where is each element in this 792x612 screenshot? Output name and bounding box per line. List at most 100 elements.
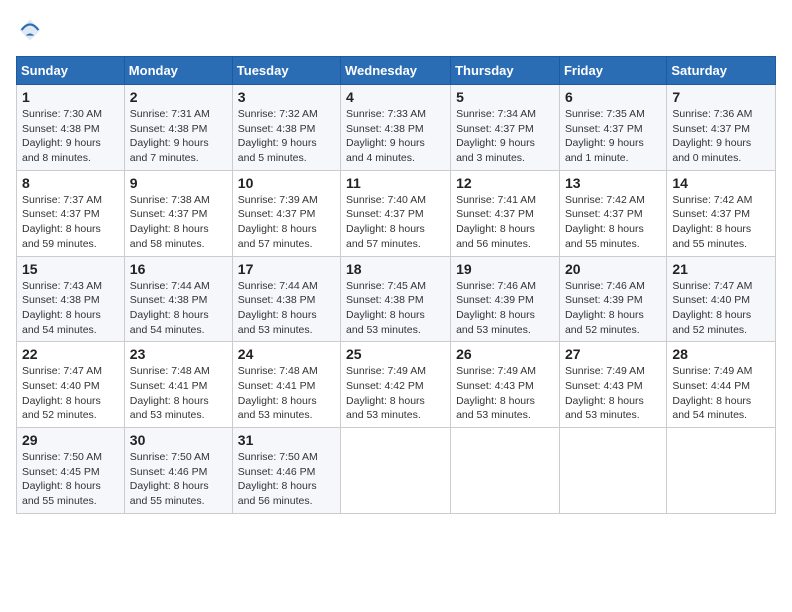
calendar-cell: 2 Sunrise: 7:31 AM Sunset: 4:38 PM Dayli…: [124, 85, 232, 171]
day-detail: Sunrise: 7:50 AM Sunset: 4:46 PM Dayligh…: [238, 450, 335, 509]
day-detail: Sunrise: 7:42 AM Sunset: 4:37 PM Dayligh…: [565, 193, 661, 252]
day-number: 26: [456, 346, 554, 362]
calendar-cell: 12 Sunrise: 7:41 AM Sunset: 4:37 PM Dayl…: [451, 170, 560, 256]
day-detail: Sunrise: 7:49 AM Sunset: 4:44 PM Dayligh…: [672, 364, 770, 423]
day-number: 28: [672, 346, 770, 362]
calendar-cell: 5 Sunrise: 7:34 AM Sunset: 4:37 PM Dayli…: [451, 85, 560, 171]
day-number: 19: [456, 261, 554, 277]
calendar-cell: [451, 428, 560, 514]
day-number: 29: [22, 432, 119, 448]
calendar-cell: 4 Sunrise: 7:33 AM Sunset: 4:38 PM Dayli…: [341, 85, 451, 171]
calendar-cell: 28 Sunrise: 7:49 AM Sunset: 4:44 PM Dayl…: [667, 342, 776, 428]
weekday-header-row: Sunday Monday Tuesday Wednesday Thursday…: [17, 57, 776, 85]
calendar-week-row: 8 Sunrise: 7:37 AM Sunset: 4:37 PM Dayli…: [17, 170, 776, 256]
day-number: 18: [346, 261, 445, 277]
calendar-week-row: 22 Sunrise: 7:47 AM Sunset: 4:40 PM Dayl…: [17, 342, 776, 428]
day-number: 23: [130, 346, 227, 362]
day-detail: Sunrise: 7:34 AM Sunset: 4:37 PM Dayligh…: [456, 107, 554, 166]
day-number: 11: [346, 175, 445, 191]
calendar-cell: 22 Sunrise: 7:47 AM Sunset: 4:40 PM Dayl…: [17, 342, 125, 428]
day-number: 2: [130, 89, 227, 105]
calendar-cell: 11 Sunrise: 7:40 AM Sunset: 4:37 PM Dayl…: [341, 170, 451, 256]
calendar-week-row: 1 Sunrise: 7:30 AM Sunset: 4:38 PM Dayli…: [17, 85, 776, 171]
day-detail: Sunrise: 7:44 AM Sunset: 4:38 PM Dayligh…: [238, 279, 335, 338]
header: [16, 16, 776, 44]
day-detail: Sunrise: 7:48 AM Sunset: 4:41 PM Dayligh…: [130, 364, 227, 423]
day-detail: Sunrise: 7:44 AM Sunset: 4:38 PM Dayligh…: [130, 279, 227, 338]
header-friday: Friday: [559, 57, 666, 85]
calendar-week-row: 29 Sunrise: 7:50 AM Sunset: 4:45 PM Dayl…: [17, 428, 776, 514]
calendar-cell: 31 Sunrise: 7:50 AM Sunset: 4:46 PM Dayl…: [232, 428, 340, 514]
header-monday: Monday: [124, 57, 232, 85]
calendar-cell: 15 Sunrise: 7:43 AM Sunset: 4:38 PM Dayl…: [17, 256, 125, 342]
day-number: 15: [22, 261, 119, 277]
calendar-cell: 14 Sunrise: 7:42 AM Sunset: 4:37 PM Dayl…: [667, 170, 776, 256]
calendar-cell: 18 Sunrise: 7:45 AM Sunset: 4:38 PM Dayl…: [341, 256, 451, 342]
calendar-cell: 27 Sunrise: 7:49 AM Sunset: 4:43 PM Dayl…: [559, 342, 666, 428]
day-number: 12: [456, 175, 554, 191]
day-detail: Sunrise: 7:49 AM Sunset: 4:43 PM Dayligh…: [456, 364, 554, 423]
day-number: 3: [238, 89, 335, 105]
calendar-cell: 3 Sunrise: 7:32 AM Sunset: 4:38 PM Dayli…: [232, 85, 340, 171]
day-detail: Sunrise: 7:40 AM Sunset: 4:37 PM Dayligh…: [346, 193, 445, 252]
calendar-cell: 30 Sunrise: 7:50 AM Sunset: 4:46 PM Dayl…: [124, 428, 232, 514]
header-sunday: Sunday: [17, 57, 125, 85]
day-detail: Sunrise: 7:35 AM Sunset: 4:37 PM Dayligh…: [565, 107, 661, 166]
day-number: 24: [238, 346, 335, 362]
calendar-cell: 29 Sunrise: 7:50 AM Sunset: 4:45 PM Dayl…: [17, 428, 125, 514]
day-detail: Sunrise: 7:42 AM Sunset: 4:37 PM Dayligh…: [672, 193, 770, 252]
day-number: 7: [672, 89, 770, 105]
day-detail: Sunrise: 7:30 AM Sunset: 4:38 PM Dayligh…: [22, 107, 119, 166]
day-detail: Sunrise: 7:43 AM Sunset: 4:38 PM Dayligh…: [22, 279, 119, 338]
header-saturday: Saturday: [667, 57, 776, 85]
day-number: 22: [22, 346, 119, 362]
calendar-cell: 10 Sunrise: 7:39 AM Sunset: 4:37 PM Dayl…: [232, 170, 340, 256]
day-number: 17: [238, 261, 335, 277]
calendar-cell: [559, 428, 666, 514]
day-number: 1: [22, 89, 119, 105]
calendar-cell: 24 Sunrise: 7:48 AM Sunset: 4:41 PM Dayl…: [232, 342, 340, 428]
day-number: 16: [130, 261, 227, 277]
day-detail: Sunrise: 7:50 AM Sunset: 4:46 PM Dayligh…: [130, 450, 227, 509]
day-number: 25: [346, 346, 445, 362]
header-wednesday: Wednesday: [341, 57, 451, 85]
day-detail: Sunrise: 7:39 AM Sunset: 4:37 PM Dayligh…: [238, 193, 335, 252]
day-number: 31: [238, 432, 335, 448]
calendar-cell: 21 Sunrise: 7:47 AM Sunset: 4:40 PM Dayl…: [667, 256, 776, 342]
day-detail: Sunrise: 7:46 AM Sunset: 4:39 PM Dayligh…: [565, 279, 661, 338]
day-detail: Sunrise: 7:47 AM Sunset: 4:40 PM Dayligh…: [672, 279, 770, 338]
day-detail: Sunrise: 7:46 AM Sunset: 4:39 PM Dayligh…: [456, 279, 554, 338]
day-detail: Sunrise: 7:49 AM Sunset: 4:43 PM Dayligh…: [565, 364, 661, 423]
day-detail: Sunrise: 7:50 AM Sunset: 4:45 PM Dayligh…: [22, 450, 119, 509]
calendar-cell: 6 Sunrise: 7:35 AM Sunset: 4:37 PM Dayli…: [559, 85, 666, 171]
calendar-cell: [341, 428, 451, 514]
logo: [16, 16, 48, 44]
day-number: 13: [565, 175, 661, 191]
logo-icon: [16, 16, 44, 44]
calendar-cell: 9 Sunrise: 7:38 AM Sunset: 4:37 PM Dayli…: [124, 170, 232, 256]
calendar-cell: [667, 428, 776, 514]
calendar-cell: 1 Sunrise: 7:30 AM Sunset: 4:38 PM Dayli…: [17, 85, 125, 171]
day-detail: Sunrise: 7:37 AM Sunset: 4:37 PM Dayligh…: [22, 193, 119, 252]
calendar-cell: 16 Sunrise: 7:44 AM Sunset: 4:38 PM Dayl…: [124, 256, 232, 342]
day-detail: Sunrise: 7:32 AM Sunset: 4:38 PM Dayligh…: [238, 107, 335, 166]
day-detail: Sunrise: 7:38 AM Sunset: 4:37 PM Dayligh…: [130, 193, 227, 252]
day-number: 9: [130, 175, 227, 191]
day-number: 30: [130, 432, 227, 448]
day-detail: Sunrise: 7:31 AM Sunset: 4:38 PM Dayligh…: [130, 107, 227, 166]
calendar-cell: 8 Sunrise: 7:37 AM Sunset: 4:37 PM Dayli…: [17, 170, 125, 256]
day-number: 5: [456, 89, 554, 105]
day-detail: Sunrise: 7:33 AM Sunset: 4:38 PM Dayligh…: [346, 107, 445, 166]
calendar-cell: 20 Sunrise: 7:46 AM Sunset: 4:39 PM Dayl…: [559, 256, 666, 342]
header-thursday: Thursday: [451, 57, 560, 85]
day-detail: Sunrise: 7:47 AM Sunset: 4:40 PM Dayligh…: [22, 364, 119, 423]
calendar-cell: 19 Sunrise: 7:46 AM Sunset: 4:39 PM Dayl…: [451, 256, 560, 342]
day-number: 6: [565, 89, 661, 105]
calendar-cell: 13 Sunrise: 7:42 AM Sunset: 4:37 PM Dayl…: [559, 170, 666, 256]
calendar-cell: 17 Sunrise: 7:44 AM Sunset: 4:38 PM Dayl…: [232, 256, 340, 342]
day-number: 14: [672, 175, 770, 191]
calendar-cell: 26 Sunrise: 7:49 AM Sunset: 4:43 PM Dayl…: [451, 342, 560, 428]
calendar-table: Sunday Monday Tuesday Wednesday Thursday…: [16, 56, 776, 514]
calendar-week-row: 15 Sunrise: 7:43 AM Sunset: 4:38 PM Dayl…: [17, 256, 776, 342]
day-number: 21: [672, 261, 770, 277]
